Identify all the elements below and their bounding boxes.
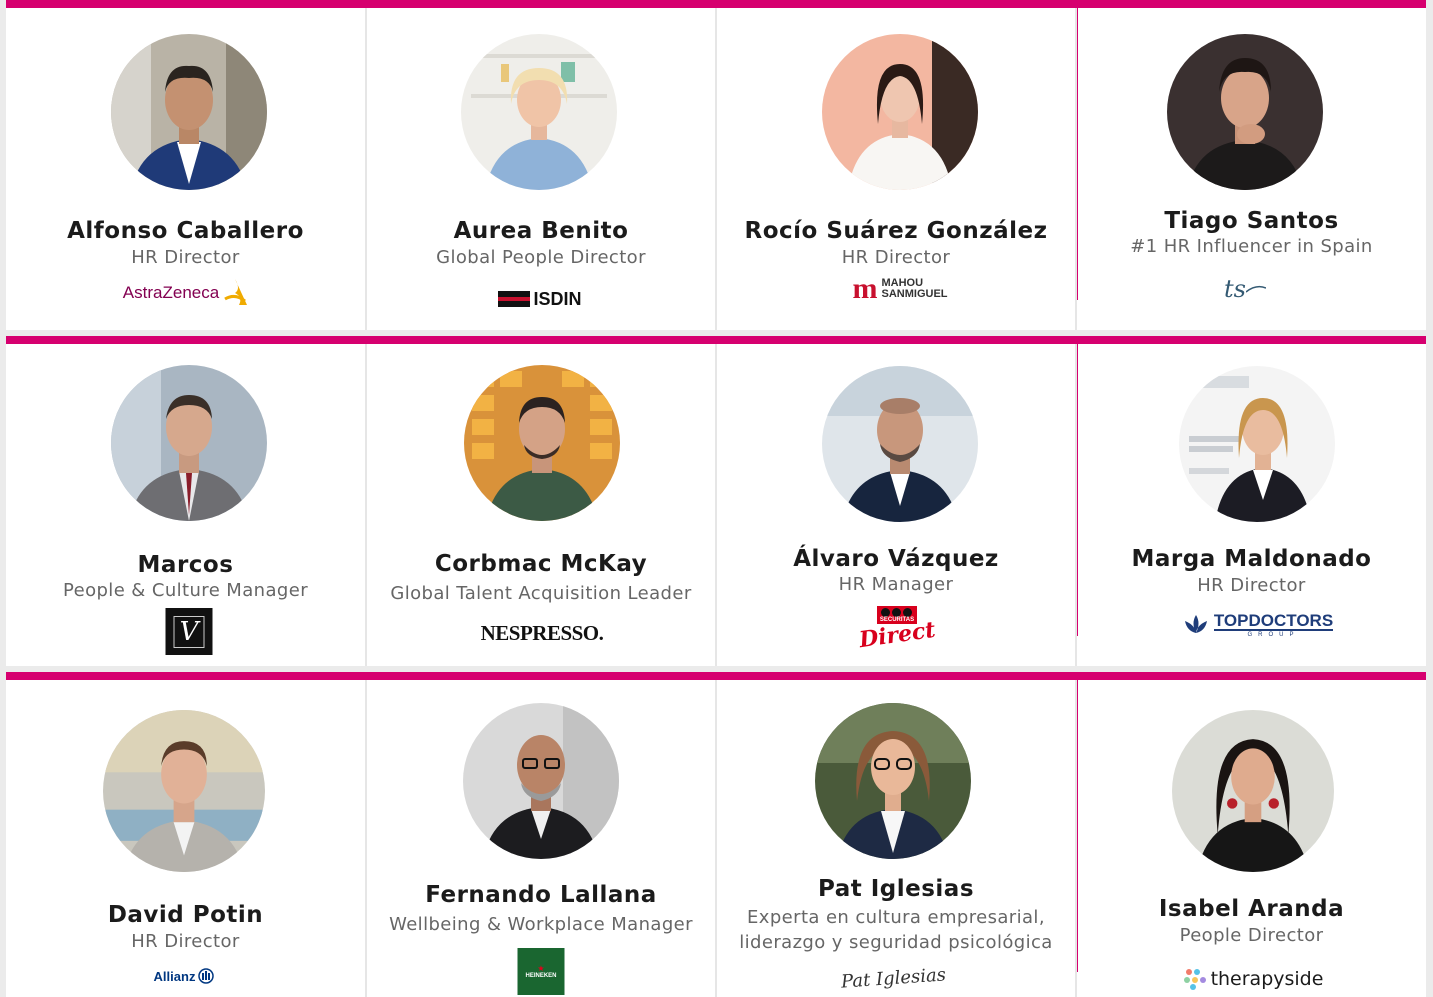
- speaker-role: Global Talent Acquisition Leader: [390, 583, 692, 604]
- speaker-card-tiago-santos[interactable]: Tiago Santos #1 HR Influencer in Spain t…: [1075, 8, 1426, 330]
- logo-text: AstraZeneca: [122, 283, 220, 302]
- speaker-role: Global People Director: [436, 247, 646, 268]
- speaker-role: HR Manager: [838, 574, 954, 595]
- avatar: [815, 703, 971, 859]
- logo-text: therapyside: [1210, 968, 1324, 990]
- speaker-role-line-1: Experta en cultura empresarial,: [747, 907, 1045, 928]
- avatar: [1179, 366, 1335, 522]
- speaker-row-2: Marcos People & Culture Manager V Corbma…: [6, 336, 1426, 666]
- speaker-card-marga-maldonado[interactable]: Marga Maldonado HR Director TOPDOCTORS G…: [1075, 344, 1426, 666]
- company-logo-mahou-sanmiguel: m MAHOU SANMIGUEL: [850, 274, 950, 304]
- speaker-name: Rocío Suárez González: [744, 218, 1048, 244]
- logo-text-block: TOPDOCTORS GROUP: [1213, 610, 1334, 639]
- speaker-role: HR Director: [841, 247, 951, 268]
- topdoctors-lotus-icon: [1184, 615, 1207, 633]
- avatar: [464, 365, 620, 521]
- avatar: [463, 703, 619, 859]
- signature-stroke-icon: [1245, 285, 1266, 293]
- company-logo-securitas-direct: SECURITAS Direct: [852, 600, 942, 654]
- company-logo-astrazeneca: AstraZeneca: [116, 275, 256, 311]
- speaker-card-isabel-aranda[interactable]: Isabel Aranda People Director therapysid…: [1075, 680, 1426, 997]
- speaker-card-marcos[interactable]: Marcos People & Culture Manager V: [6, 344, 365, 666]
- logo-text: Allianz: [153, 968, 196, 984]
- isdin-flag-icon: [498, 291, 531, 307]
- speaker-name: Aurea Benito: [453, 218, 629, 244]
- company-logo-pat-iglesias-signature: Pat Iglesias: [833, 962, 953, 994]
- logo-text: NESPRESSO.: [480, 620, 604, 645]
- astrazeneca-symbol-icon: [224, 279, 248, 305]
- speaker-name: Isabel Aranda: [1158, 896, 1345, 922]
- company-logo-topdoctors: TOPDOCTORS GROUP: [1177, 610, 1337, 640]
- speaker-name: Álvaro Vázquez: [793, 546, 999, 572]
- speaker-name: David Potin: [107, 902, 264, 928]
- securitas-dots-icon: [881, 608, 913, 617]
- logo-text: Pat Iglesias: [839, 963, 947, 993]
- logo-text: ts: [1224, 275, 1246, 303]
- avatar: [1167, 34, 1323, 190]
- avatar: [461, 34, 617, 190]
- company-logo-allianz: Allianz: [144, 966, 224, 986]
- speaker-card-alfonso-caballero[interactable]: Alfonso Caballero HR Director AstraZenec…: [6, 8, 365, 330]
- speaker-role: People Director: [1179, 925, 1324, 946]
- logo-text-line2: Direct: [857, 616, 937, 654]
- avatar: [103, 710, 265, 872]
- speaker-name: Tiago Santos: [1164, 208, 1339, 234]
- logo-text: V: [173, 615, 205, 648]
- avatar: [822, 34, 978, 190]
- company-logo-vincci: V: [165, 608, 213, 655]
- speaker-name: Alfonso Caballero: [67, 218, 304, 244]
- company-logo-nespresso: NESPRESSO.: [472, 620, 612, 646]
- speaker-name: Corbmac McKay: [434, 551, 648, 577]
- speaker-card-pat-iglesias[interactable]: Pat Iglesias Experta en cultura empresar…: [715, 680, 1075, 997]
- company-logo-heineken: ★ HEINEKEN: [517, 948, 565, 995]
- speaker-role: People & Culture Manager: [62, 580, 309, 601]
- logo-text-line1: TOPDOCTORS: [1213, 610, 1334, 631]
- logo-text-line2: GROUP: [1247, 631, 1300, 638]
- logo-text: HEINEKEN: [525, 972, 557, 979]
- logo-text-line2: SANMIGUEL: [881, 288, 948, 300]
- company-logo-ts: ts: [1215, 274, 1275, 304]
- company-logo-isdin: ISDIN: [490, 286, 590, 312]
- mahou-m-icon: m: [852, 272, 878, 305]
- speaker-role-line-2: liderazgo y seguridad psicológica: [739, 932, 1053, 953]
- speaker-role: HR Director: [1197, 575, 1306, 596]
- avatar: [1172, 710, 1334, 872]
- speaker-card-fernando-lallana[interactable]: Fernando Lallana Wellbeing & Workplace M…: [365, 680, 715, 997]
- speaker-card-corbmac-mckay[interactable]: Corbmac McKay Global Talent Acquisition …: [365, 344, 715, 666]
- speaker-name: Marga Maldonado: [1131, 546, 1372, 572]
- logo-text: ISDIN: [533, 288, 582, 309]
- speaker-card-aurea-benito[interactable]: Aurea Benito Global People Director ISDI…: [365, 8, 715, 330]
- heineken-star-icon: ★: [537, 963, 545, 973]
- company-logo-therapyside: therapyside: [1178, 964, 1328, 994]
- therapyside-dots-icon: [1183, 969, 1206, 990]
- speaker-card-rocio-suarez-gonzalez[interactable]: Rocío Suárez González HR Director m MAHO…: [715, 8, 1075, 330]
- speaker-row-3: David Potin HR Director Allianz Fernando…: [6, 672, 1426, 997]
- allianz-eagle-icon: [198, 968, 215, 984]
- speaker-card-david-potin[interactable]: David Potin HR Director Allianz: [6, 680, 365, 997]
- speaker-role: HR Director: [131, 247, 240, 268]
- speaker-card-alvaro-vazquez[interactable]: Álvaro Vázquez HR Manager SECURITAS Dire…: [715, 344, 1075, 666]
- speaker-name: Pat Iglesias: [817, 876, 975, 902]
- logo-text-block: MAHOU SANMIGUEL: [882, 278, 948, 300]
- speaker-role: #1 HR Influencer in Spain: [1130, 236, 1373, 257]
- speaker-name: Fernando Lallana: [425, 882, 657, 908]
- speaker-role: Wellbeing & Workplace Manager: [389, 914, 693, 935]
- speaker-role: HR Director: [131, 931, 240, 952]
- speaker-row-1: Alfonso Caballero HR Director AstraZenec…: [6, 0, 1426, 330]
- avatar: [111, 34, 267, 190]
- speaker-name: Marcos: [137, 552, 234, 578]
- avatar: [111, 365, 267, 521]
- avatar: [822, 366, 978, 522]
